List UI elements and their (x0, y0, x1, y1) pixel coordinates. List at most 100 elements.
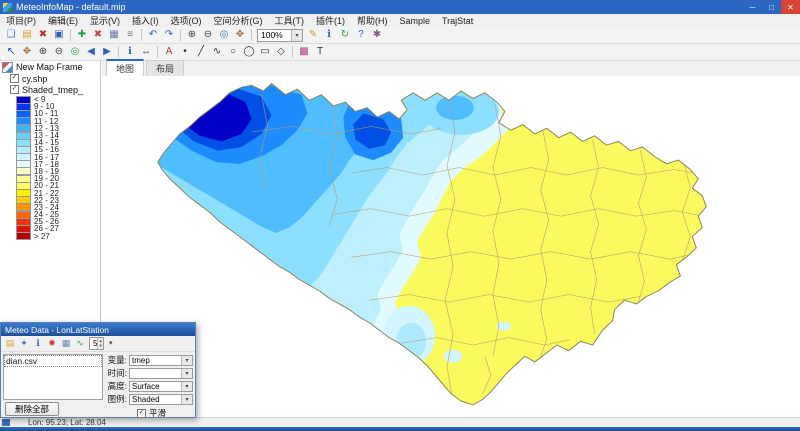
previous-extent-icon[interactable]: ↶ (145, 28, 161, 43)
identify-icon[interactable]: ℹ (321, 28, 337, 43)
field-combo-1[interactable]: ▾ (129, 368, 193, 379)
layer-item-shaded-tmep-[interactable]: ✓Shaded_tmep_ (0, 84, 100, 95)
zoom-in-icon[interactable]: ⊕ (184, 28, 200, 43)
chevron-down-icon[interactable]: ▾ (104, 337, 118, 350)
remove-data-icon[interactable]: ✖ (90, 28, 106, 43)
map-document-panel: 地图 布局 (102, 61, 800, 417)
prev-view-icon[interactable]: ◀ (83, 45, 99, 60)
text-label-tool-icon[interactable]: A (161, 45, 177, 60)
chevron-down-icon[interactable]: ▾ (181, 382, 192, 391)
zoom-in-tool-icon[interactable]: ⊕ (35, 45, 51, 60)
menu-item-4[interactable]: 选项(O) (165, 14, 208, 27)
line-tool-icon[interactable]: ╱ (193, 45, 209, 60)
menu-item-6[interactable]: 工具(T) (269, 14, 311, 27)
chevron-down-icon[interactable]: ▾ (291, 30, 302, 41)
file-list-item[interactable]: dian.csv (4, 355, 102, 367)
chart-icon[interactable]: ∿ (73, 337, 87, 350)
identify-tool-icon[interactable]: ℹ (122, 45, 138, 60)
smooth-option-row: ✓ 平滑 (101, 407, 193, 419)
menu-item-1[interactable]: 编辑(E) (42, 14, 84, 27)
rectangle-tool-icon[interactable]: ▭ (257, 45, 273, 60)
field-combo-2[interactable]: Surface▾ (129, 381, 193, 392)
field-label: 高度: (101, 380, 129, 392)
marker-size-spinner[interactable]: 5 ▴▾ (89, 337, 104, 350)
chevron-down-icon[interactable]: ▾ (181, 369, 192, 378)
settings-icon[interactable]: ✱ (369, 28, 385, 43)
dialog-body: dian.csv 删除全部 变量:tmep▾时间:▾高度:Surface▾图例:… (1, 352, 195, 418)
map-frame-node[interactable]: New Map Frame (0, 61, 100, 73)
edit-pencil-icon[interactable]: ✎ (305, 28, 321, 43)
layers-icon[interactable]: ≡ (122, 28, 138, 43)
layer-item-cy-shp[interactable]: ✓cy.shp (0, 73, 100, 84)
menu-item-10[interactable]: TrajStat (436, 16, 479, 26)
status-coordinates: Lon: 95.23; Lat: 28.04 (28, 418, 106, 427)
layer-checkbox[interactable]: ✓ (10, 74, 19, 83)
pan-hand-icon[interactable]: ✥ (19, 45, 35, 60)
layer-label: cy.shp (22, 74, 47, 84)
close-project-icon[interactable]: ✖ (35, 28, 51, 43)
refresh-icon[interactable]: ↻ (337, 28, 353, 43)
open-project-icon[interactable]: ▤ (19, 28, 35, 43)
chevron-down-icon[interactable]: ▾ (181, 356, 192, 365)
meteoinfomap-window: MeteoInfoMap - default.mip ─ □ ✕ 项目(P)编辑… (0, 0, 800, 431)
title-bar: MeteoInfoMap - default.mip ─ □ ✕ (0, 0, 800, 14)
pan-icon[interactable]: ✥ (232, 28, 248, 43)
document-tabstrip: 地图 布局 (102, 61, 800, 77)
field-label: 时间: (101, 367, 129, 379)
point-tool-icon[interactable]: • (177, 45, 193, 60)
grid-data-icon[interactable]: ▦ (59, 337, 73, 350)
station-file-list[interactable]: dian.csv (3, 354, 103, 400)
shaded-layer-legend: < 99 - 1010 - 1111 - 1212 - 1313 - 1414 … (0, 96, 100, 240)
layer-checkbox[interactable]: ✓ (10, 85, 19, 94)
polygon-tool-icon[interactable]: ◇ (273, 45, 289, 60)
menu-item-3[interactable]: 插入(I) (126, 14, 165, 27)
legend-entry[interactable]: > 27 (0, 233, 100, 240)
next-extent-icon[interactable]: ↷ (161, 28, 177, 43)
minimize-button[interactable]: ─ (743, 0, 762, 14)
menu-item-9[interactable]: Sample (394, 16, 437, 26)
legend-entry[interactable]: 26 - 27 (0, 225, 100, 232)
menu-item-2[interactable]: 显示(V) (84, 14, 126, 27)
open-data-icon[interactable]: ▤ (3, 337, 17, 350)
tab-map[interactable]: 地图 (106, 59, 144, 76)
next-view-icon[interactable]: ▶ (99, 45, 115, 60)
select-arrow-icon[interactable]: ↖ (3, 45, 19, 60)
polyline-tool-icon[interactable]: ∿ (209, 45, 225, 60)
full-extent-icon[interactable]: ◎ (216, 28, 232, 43)
zoom-out-tool-icon[interactable]: ⊖ (51, 45, 67, 60)
field-combo-0[interactable]: tmep▾ (129, 355, 193, 366)
menu-item-0[interactable]: 项目(P) (0, 14, 42, 27)
dialog-toolbar-icons: ▤✦ℹ✹▦∿ (3, 337, 87, 350)
data-info-icon[interactable]: ℹ (31, 337, 45, 350)
field-combo-3[interactable]: Shaded▾ (129, 394, 193, 405)
combo-value: tmep (132, 356, 181, 365)
save-project-icon[interactable]: ▣ (51, 28, 67, 43)
add-data-icon[interactable]: ✚ (74, 28, 90, 43)
font-tool-icon[interactable]: T (312, 45, 328, 60)
measure-tool-icon[interactable]: ↔ (138, 45, 154, 60)
circle-tool-icon[interactable]: ○ (225, 45, 241, 60)
menu-item-7[interactable]: 插件(1) (310, 14, 351, 27)
station-marker-icon[interactable]: ✹ (45, 337, 59, 350)
spinner-arrows[interactable]: ▴▾ (97, 338, 102, 349)
ellipse-tool-icon[interactable]: ◯ (241, 45, 257, 60)
full-extent-tool-icon[interactable]: ◎ (67, 45, 83, 60)
draw-settings-icon[interactable]: ✦ (17, 337, 31, 350)
close-button[interactable]: ✕ (781, 0, 800, 14)
new-project-icon[interactable]: ❏ (3, 28, 19, 43)
help-icon[interactable]: ? (353, 28, 369, 43)
maximize-button[interactable]: □ (762, 0, 781, 14)
taskbar-strip (0, 427, 800, 431)
chevron-down-icon[interactable]: ▾ (181, 395, 192, 404)
zoom-level-combo[interactable]: 100% ▾ (257, 29, 303, 42)
tab-layout[interactable]: 布局 (146, 60, 184, 76)
map-canvas[interactable] (102, 76, 800, 417)
menu-item-8[interactable]: 帮助(H) (351, 14, 394, 27)
symbol-palette-icon[interactable]: ▩ (296, 45, 312, 60)
menu-item-5[interactable]: 空间分析(G) (208, 14, 269, 27)
dialog-title-bar[interactable]: Meteo Data - LonLatStation (1, 323, 195, 336)
delete-all-button[interactable]: 删除全部 (5, 402, 59, 416)
attribute-table-icon[interactable]: ▦ (106, 28, 122, 43)
smooth-checkbox[interactable]: ✓ (137, 409, 146, 418)
zoom-out-icon[interactable]: ⊖ (200, 28, 216, 43)
